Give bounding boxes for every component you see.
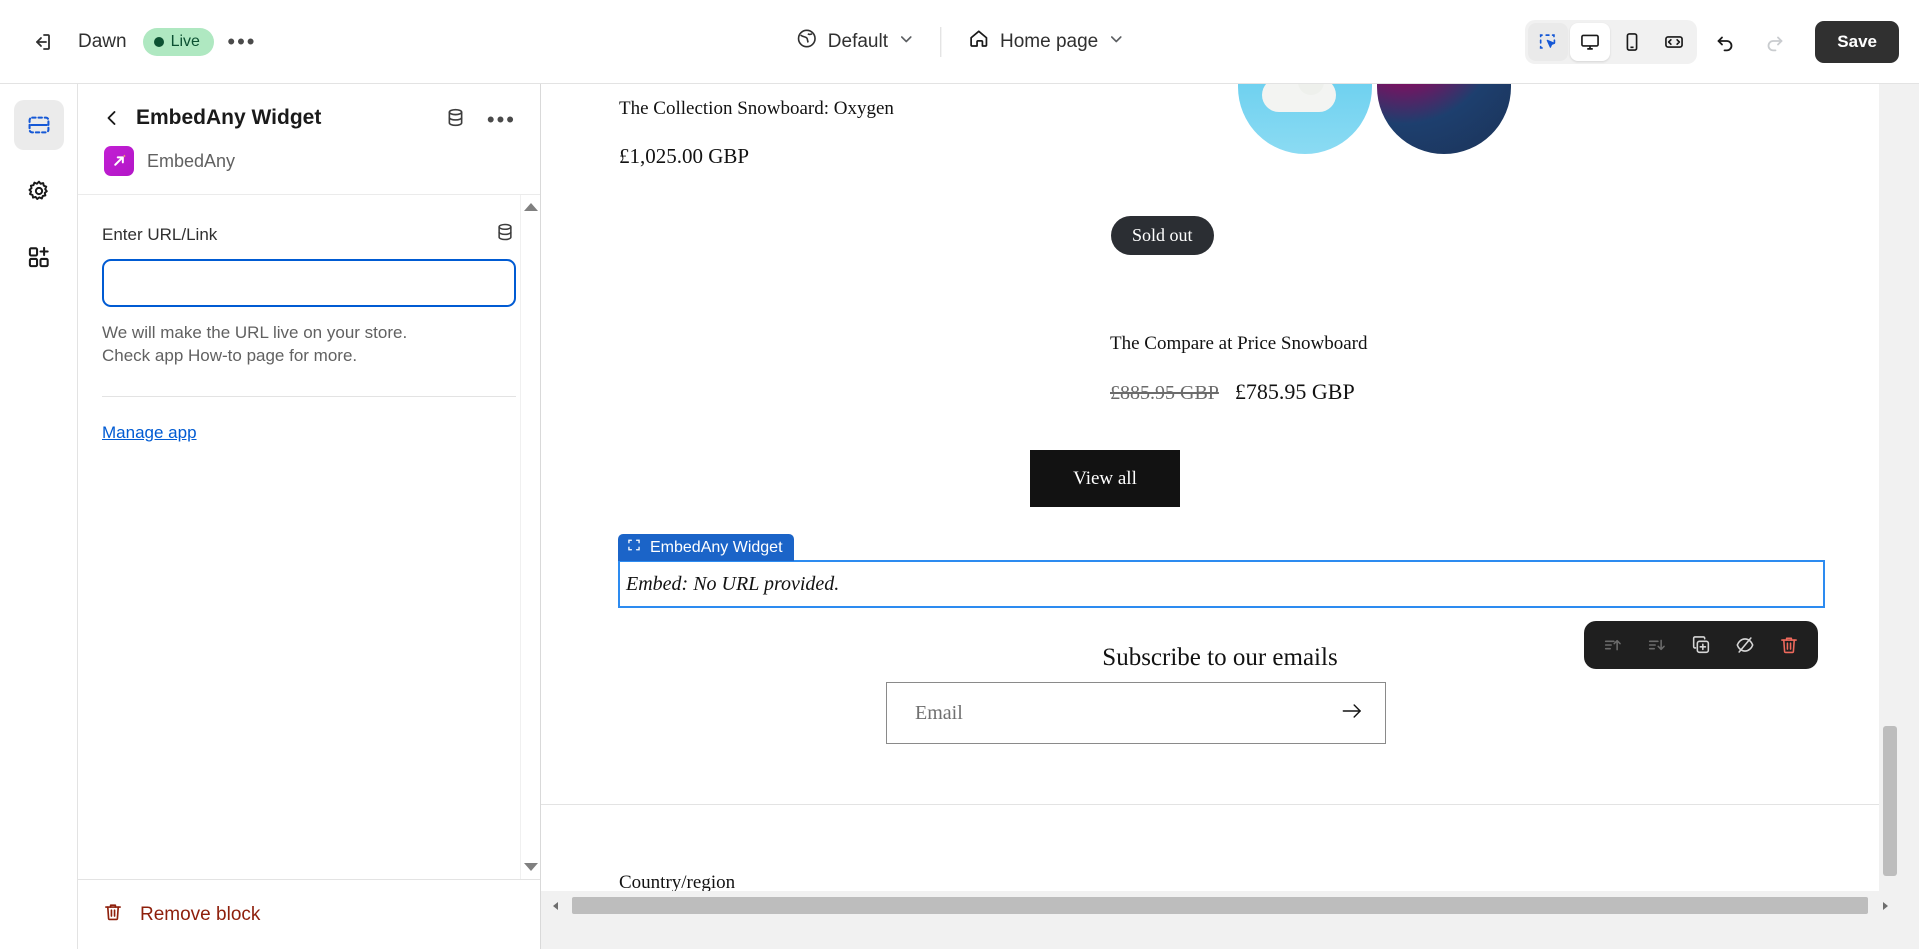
theme-preview: The Collection Snowboard: Oxygen £1,025.…	[541, 84, 1919, 949]
preview-horizontal-scrollbar[interactable]	[541, 891, 1899, 920]
product-image-snowy	[1238, 84, 1372, 154]
fullscreen-view-button[interactable]	[1654, 23, 1694, 61]
inspector-mode-button[interactable]	[1528, 22, 1569, 61]
footer-divider	[541, 804, 1899, 805]
product-title: The Compare at Price Snowboard	[1110, 333, 1368, 354]
panel-footer: Remove block	[78, 879, 540, 949]
remove-block-button[interactable]: Remove block	[102, 901, 260, 929]
app-name: EmbedAny	[147, 150, 236, 171]
url-helper-line-2: Check app How-to page for more.	[102, 345, 358, 365]
database-icon[interactable]	[494, 221, 516, 248]
view-all-button[interactable]: View all	[1030, 450, 1180, 507]
url-field-header: Enter URL/Link	[102, 221, 516, 248]
product-price: £785.95 GBP	[1234, 379, 1355, 404]
page-selector[interactable]: Home page	[955, 19, 1136, 64]
sidebar-item-theme-settings[interactable]	[14, 166, 64, 216]
desktop-view-button[interactable]	[1570, 22, 1611, 61]
chevron-down-icon	[898, 31, 914, 53]
chevron-left-icon[interactable]	[102, 108, 122, 128]
panel-body: Enter URL/Link We will make the URL live…	[78, 195, 540, 879]
block-frame-icon	[627, 538, 641, 557]
panel-scrollbar[interactable]	[520, 195, 540, 879]
left-rail	[0, 84, 78, 949]
chevron-down-icon	[1108, 31, 1124, 53]
duplicate-button[interactable]	[1682, 626, 1720, 664]
url-helper-line-1: We will make the URL live on your store.	[102, 323, 408, 342]
preview-vscroll-thumb[interactable]	[1883, 726, 1897, 876]
live-label: Live	[170, 32, 200, 50]
page-title: EmbedAny Widget	[136, 106, 322, 129]
save-button[interactable]: Save	[1815, 20, 1899, 63]
trash-icon	[102, 901, 124, 929]
theme-more-menu[interactable]: •••	[220, 20, 264, 64]
top-bar-right: Save	[1525, 19, 1899, 64]
move-up-button[interactable]	[1594, 626, 1632, 664]
arrow-right-icon[interactable]	[1339, 698, 1365, 729]
preview-hscroll-thumb[interactable]	[572, 897, 1868, 914]
scroll-left-arrow-icon[interactable]	[541, 891, 570, 920]
product-image-gradient	[1377, 84, 1511, 154]
product-price: £1,025.00 GBP	[619, 144, 750, 168]
embed-placeholder-text: Embed: No URL provided.	[626, 573, 840, 595]
home-icon	[967, 27, 990, 56]
locale-label: Default	[827, 30, 888, 52]
hide-button[interactable]	[1726, 626, 1764, 664]
block-label-text: EmbedAny Widget	[650, 538, 783, 556]
url-field-label: Enter URL/Link	[102, 224, 218, 244]
panel-more-menu[interactable]: •••	[487, 109, 516, 131]
panel-header: EmbedAny Widget ••• EmbedAny	[78, 84, 540, 195]
scroll-up-arrow-icon[interactable]	[523, 203, 538, 211]
block-action-toolbar	[1584, 621, 1818, 669]
email-signup-field[interactable]: Email	[886, 682, 1386, 744]
app-attribution: EmbedAny	[102, 146, 516, 176]
live-dot-icon	[153, 36, 164, 47]
exit-icon[interactable]	[20, 20, 64, 64]
url-input[interactable]	[102, 259, 516, 307]
email-placeholder: Email	[915, 701, 963, 724]
top-bar-divider	[939, 26, 941, 57]
scroll-down-arrow-icon[interactable]	[523, 863, 538, 871]
block-label-badge[interactable]: EmbedAny Widget	[618, 534, 794, 561]
database-icon[interactable]	[444, 106, 467, 134]
move-down-button[interactable]	[1638, 626, 1676, 664]
top-bar: Dawn Live ••• Default Home page Save	[0, 0, 1919, 84]
scroll-right-arrow-icon[interactable]	[1870, 891, 1899, 920]
theme-name: Dawn	[78, 30, 127, 52]
status-badge: Sold out	[1111, 216, 1214, 255]
cloud-graphic	[1262, 84, 1336, 112]
top-bar-left: Dawn Live •••	[0, 20, 264, 64]
mobile-view-button[interactable]	[1612, 23, 1652, 61]
url-helper-text: We will make the URL live on your store.…	[102, 322, 516, 368]
view-mode-group	[1525, 19, 1698, 64]
remove-block-label: Remove block	[140, 903, 261, 925]
product-card-left[interactable]: The Collection Snowboard: Oxygen £1,025.…	[619, 98, 894, 169]
locale-selector[interactable]: Default	[783, 19, 926, 64]
delete-button[interactable]	[1770, 626, 1808, 664]
product-title: The Collection Snowboard: Oxygen	[619, 98, 894, 119]
undo-button[interactable]	[1703, 20, 1747, 64]
preview-vertical-scrollbar[interactable]	[1879, 84, 1899, 920]
product-card-right[interactable]: The Compare at Price Snowboard £885.95 G…	[1110, 333, 1367, 405]
ellipsis-icon: •••	[227, 28, 257, 54]
manage-app-link[interactable]: Manage app	[102, 423, 197, 443]
top-bar-center: Default Home page	[783, 19, 1136, 64]
block-settings-panel: EmbedAny Widget ••• EmbedAny Enter URL/L…	[78, 84, 541, 949]
page-label: Home page	[999, 30, 1099, 52]
sidebar-item-sections[interactable]	[13, 100, 64, 150]
globe-icon	[795, 27, 818, 56]
redo-button[interactable]	[1753, 20, 1797, 64]
embedany-widget-block[interactable]: EmbedAny Widget Embed: No URL provided.	[618, 534, 1825, 608]
status-badge: Live	[142, 27, 214, 56]
product-price-compare: £885.95 GBP	[1110, 382, 1219, 404]
panel-header-actions: •••	[444, 106, 516, 134]
sidebar-item-apps[interactable]	[14, 232, 64, 282]
panel-divider	[102, 395, 516, 397]
preview-frame: The Collection Snowboard: Oxygen £1,025.…	[541, 84, 1899, 920]
embedany-logo-icon	[104, 146, 134, 176]
